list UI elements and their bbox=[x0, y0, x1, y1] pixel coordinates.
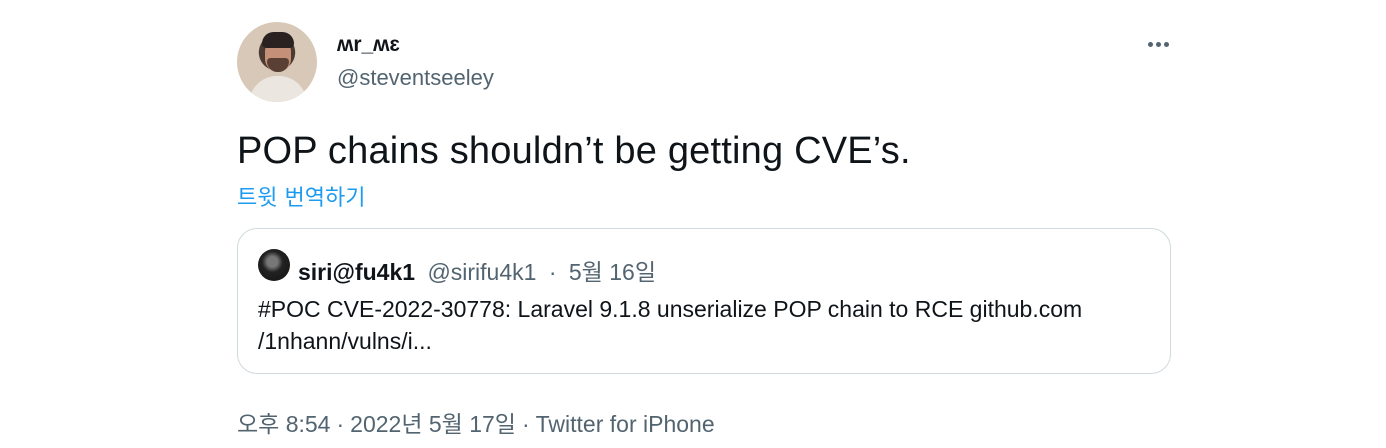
tweet-time[interactable]: 오후 8:54 bbox=[237, 411, 330, 437]
more-options-button[interactable] bbox=[1142, 30, 1174, 58]
quoted-author-handle: @sirifu4k1 bbox=[427, 259, 537, 285]
quoted-text-line: /1nhann/vulns/i... bbox=[258, 328, 432, 354]
more-icon bbox=[1163, 41, 1169, 47]
more-icon bbox=[1155, 41, 1161, 47]
separator: · bbox=[521, 411, 530, 437]
separator: · bbox=[336, 411, 345, 437]
quoted-tweet-header: siri@fu4k1 @sirifu4k1 · 5월 16일 bbox=[298, 253, 656, 287]
tweet-source: Twitter for iPhone bbox=[535, 411, 715, 437]
author-display-name[interactable]: ʍr_ʍɛ bbox=[337, 33, 400, 57]
avatar-hair bbox=[262, 32, 294, 48]
more-icon bbox=[1147, 41, 1153, 47]
tweet-text: POP chains shouldn’t be getting CVE’s. bbox=[237, 130, 911, 172]
quoted-tweet-card[interactable]: siri@fu4k1 @sirifu4k1 · 5월 16일 #POC CVE-… bbox=[237, 228, 1171, 374]
quoted-tweet-text: #POC CVE-2022-30778: Laravel 9.1.8 unser… bbox=[258, 293, 1158, 357]
author-avatar[interactable] bbox=[237, 22, 317, 102]
avatar-beard bbox=[267, 58, 289, 72]
tweet-date[interactable]: 2022년 5월 17일 bbox=[350, 411, 516, 437]
avatar-shirt bbox=[249, 76, 307, 102]
author-handle[interactable]: @steventseeley bbox=[337, 65, 494, 91]
quoted-text-line: #POC CVE-2022-30778: Laravel 9.1.8 unser… bbox=[258, 296, 1083, 322]
translate-tweet-link[interactable]: 트윗 번역하기 bbox=[237, 180, 365, 212]
quoted-separator: · bbox=[548, 259, 557, 285]
quoted-author-avatar bbox=[258, 249, 290, 281]
quoted-date: 5월 16일 bbox=[568, 259, 656, 285]
tweet-timestamp: 오후 8:54 · 2022년 5월 17일 · Twitter for iPhone bbox=[237, 405, 715, 439]
quoted-author-name: siri@fu4k1 bbox=[298, 259, 416, 285]
